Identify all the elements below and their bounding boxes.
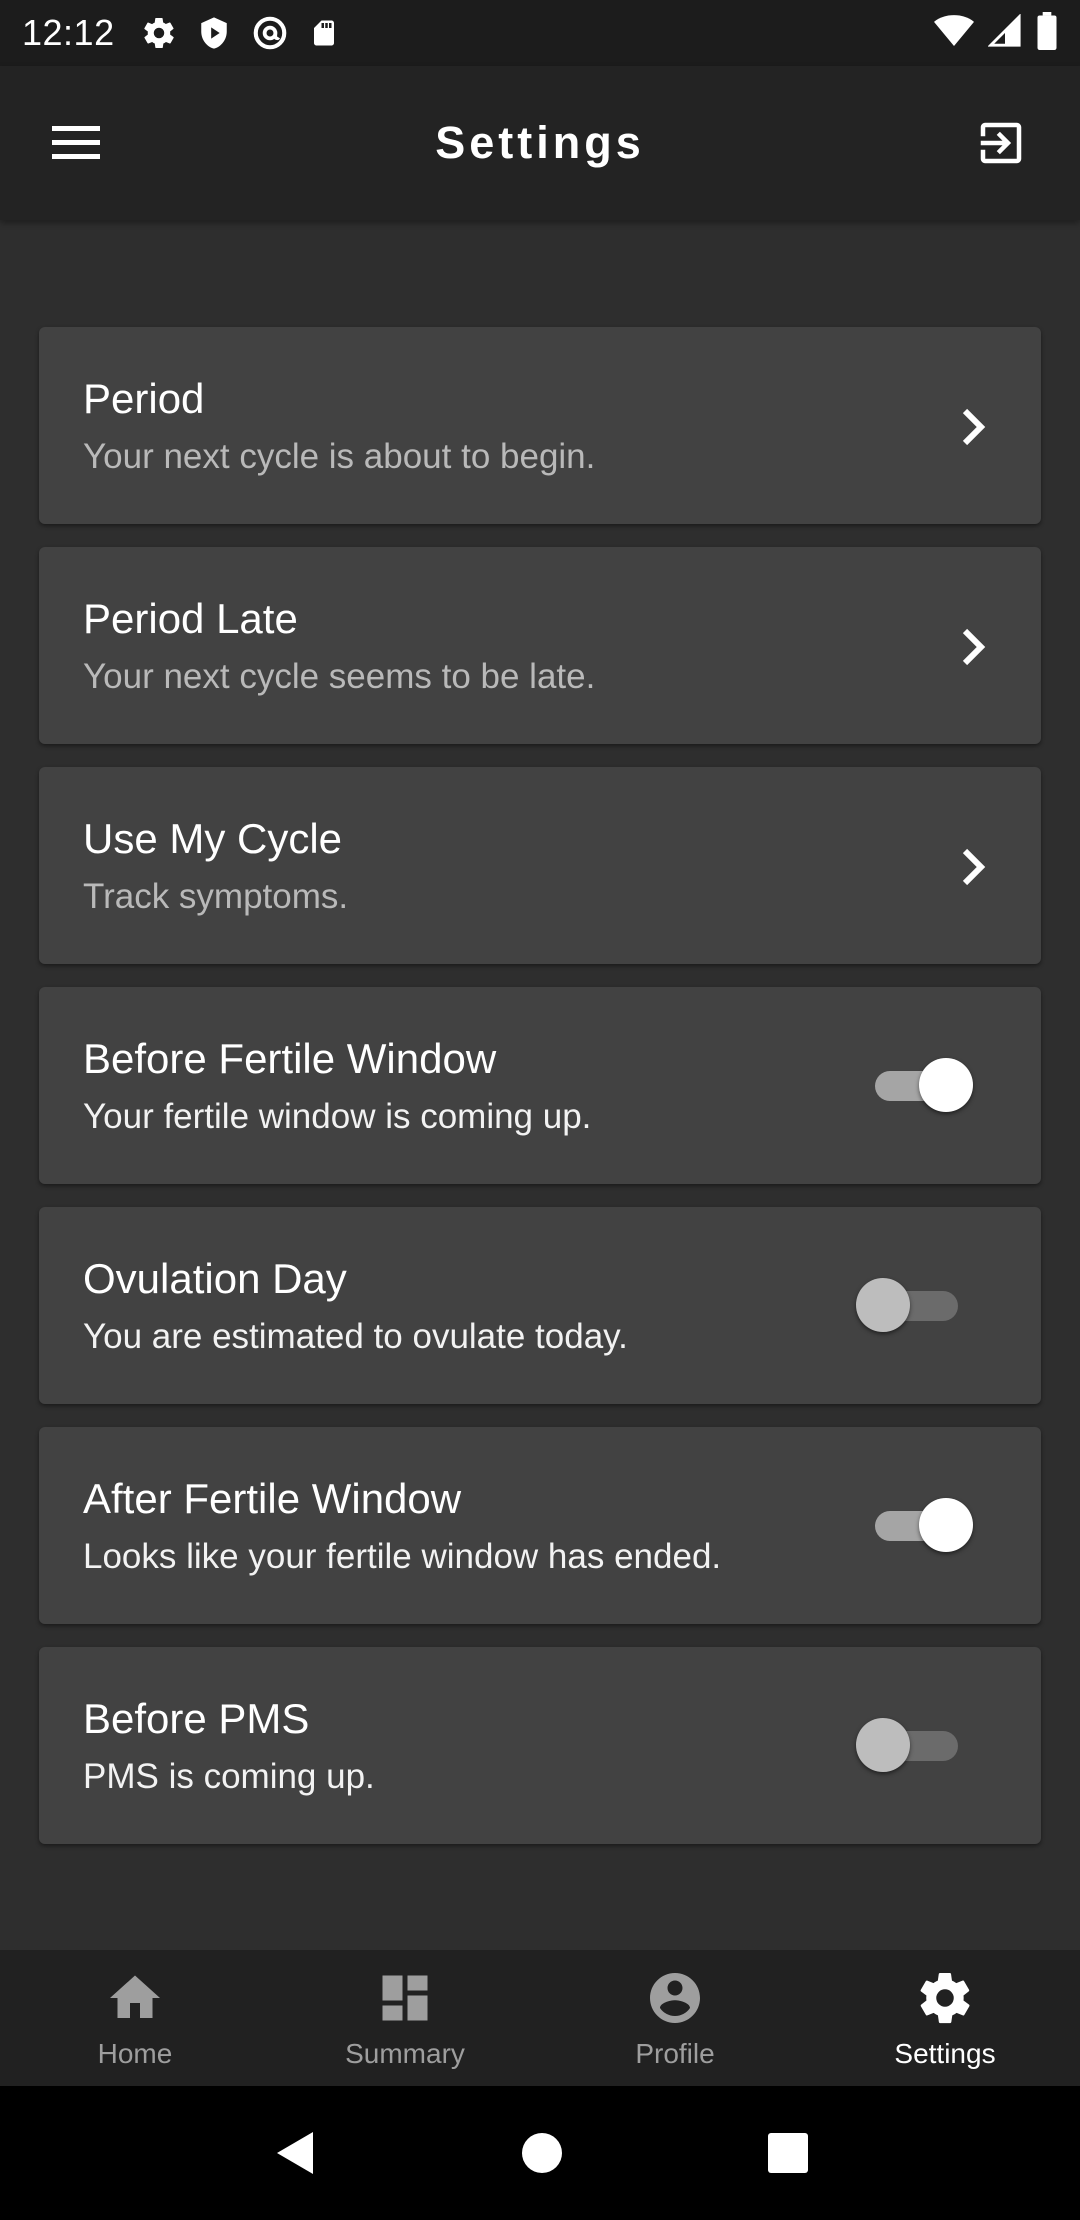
- nav-label: Settings: [894, 2038, 996, 2069]
- back-icon[interactable]: [271, 2128, 317, 2178]
- nav-item-summary[interactable]: Summary: [270, 1950, 540, 2086]
- toggle-thumb: [919, 1058, 973, 1112]
- shield-icon: [197, 15, 231, 51]
- setting-card-before-fertile-window: Before Fertile Window Your fertile windo…: [39, 987, 1041, 1184]
- home-circle-icon[interactable]: [520, 2131, 564, 2175]
- bottom-nav: Home Summary Profile Settings: [0, 1950, 1080, 2086]
- toggle-thumb: [856, 1718, 910, 1772]
- status-bar: 12:12: [0, 0, 1080, 66]
- setting-title: After Fertile Window: [83, 1475, 462, 1522]
- setting-subtitle: Looks like your fertile window has ended…: [83, 1537, 722, 1576]
- dashboard-icon: [382, 1975, 428, 2021]
- after-fertile-window-toggle[interactable]: [863, 1497, 973, 1553]
- setting-subtitle: Track symptoms.: [83, 877, 349, 916]
- before-pms-toggle[interactable]: [856, 1717, 966, 1773]
- menu-button[interactable]: [48, 120, 104, 166]
- page-title: Settings: [435, 117, 645, 168]
- setting-title: Period: [83, 375, 205, 422]
- at-sign-icon: [251, 14, 289, 52]
- wifi-icon: [934, 14, 974, 53]
- account-circle-icon: [650, 1973, 700, 2023]
- ovulation-day-toggle[interactable]: [856, 1277, 966, 1333]
- logout-button[interactable]: [974, 116, 1028, 170]
- setting-subtitle: You are estimated to ovulate today.: [83, 1317, 628, 1356]
- sd-card-icon: [309, 16, 339, 50]
- setting-subtitle: Your next cycle seems to be late.: [83, 657, 596, 696]
- nav-item-settings[interactable]: Settings: [810, 1950, 1080, 2086]
- logout-icon: [980, 122, 1022, 164]
- setting-card-period-late[interactable]: Period Late Your next cycle seems to be …: [39, 547, 1041, 744]
- chevron-right-icon: [962, 628, 986, 666]
- status-time: 12:12: [22, 12, 115, 53]
- app-bar: Settings: [0, 66, 1080, 220]
- setting-title: Ovulation Day: [83, 1255, 347, 1302]
- settings-icon: [920, 1973, 970, 2024]
- setting-title: Before Fertile Window: [83, 1035, 497, 1082]
- nav-label: Home: [97, 2038, 173, 2069]
- setting-card-period[interactable]: Period Your next cycle is about to begin…: [39, 327, 1041, 524]
- setting-card-after-fertile-window: After Fertile Window Looks like your fer…: [39, 1427, 1041, 1624]
- setting-title: Period Late: [83, 595, 298, 642]
- battery-icon: [1036, 11, 1058, 55]
- toggle-thumb: [919, 1498, 973, 1552]
- setting-subtitle: Your next cycle is about to begin.: [83, 437, 596, 476]
- before-fertile-window-toggle[interactable]: [863, 1057, 973, 1113]
- setting-subtitle: Your fertile window is coming up.: [83, 1097, 592, 1136]
- home-icon: [110, 1975, 160, 2018]
- chevron-right-icon: [962, 848, 986, 886]
- nav-label: Profile: [635, 2038, 715, 2069]
- cell-signal-icon: [987, 12, 1022, 53]
- status-icons-left: [141, 14, 339, 52]
- settings-gear-icon: [141, 15, 177, 51]
- nav-label: Summary: [345, 2038, 465, 2069]
- toggle-thumb: [856, 1278, 910, 1332]
- hamburger-menu-icon: [52, 126, 100, 159]
- setting-title: Use My Cycle: [83, 815, 343, 862]
- setting-title: Before PMS: [83, 1695, 310, 1742]
- nav-item-home[interactable]: Home: [0, 1950, 270, 2086]
- recents-icon[interactable]: [767, 2132, 809, 2174]
- setting-subtitle: PMS is coming up.: [83, 1757, 375, 1796]
- setting-card-use-my-cycle[interactable]: Use My Cycle Track symptoms.: [39, 767, 1041, 964]
- setting-card-before-pms: Before PMS PMS is coming up.: [39, 1647, 1041, 1844]
- chevron-right-icon: [962, 408, 986, 446]
- system-nav-bar: [0, 2086, 1080, 2220]
- status-icons-right: [934, 11, 1058, 55]
- setting-card-ovulation-day: Ovulation Day You are estimated to ovula…: [39, 1207, 1041, 1404]
- nav-item-profile[interactable]: Profile: [540, 1950, 810, 2086]
